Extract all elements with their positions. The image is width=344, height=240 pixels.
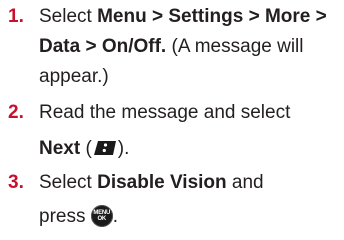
message-note-continued: appear.) — [39, 66, 109, 87]
step-line: press MENU OK. — [39, 202, 339, 232]
message-note: (A message will — [166, 36, 304, 57]
step-line: Next (). — [39, 134, 339, 164]
step-line: Read the message and select — [39, 102, 291, 123]
period: . — [112, 206, 119, 227]
step-text: Read the message and select Next (). — [39, 98, 339, 164]
menu-ok-key-icon: MENU OK — [90, 205, 113, 227]
step-text: Select Disable Vision and press MENU OK. — [39, 168, 339, 232]
press-text: press — [39, 206, 91, 227]
next-label: Next — [39, 138, 81, 159]
select-text: Select — [39, 172, 98, 193]
step-line: Select Menu > Settings > More > — [39, 2, 339, 32]
menu-path: Menu > Settings > More > — [97, 6, 327, 27]
close-paren: ). — [117, 138, 130, 159]
step-line: Data > On/Off. (A message will — [39, 32, 339, 62]
select-text: Select — [39, 6, 98, 27]
disable-vision-label: Disable Vision — [97, 172, 227, 193]
step-line: appear.) — [39, 62, 339, 92]
step-number: 1. — [8, 6, 24, 27]
right-softkey-icon — [93, 140, 117, 156]
step-number: 3. — [8, 172, 24, 193]
step-text: Select Menu > Settings > More > Data > O… — [39, 2, 339, 92]
and-text: and — [226, 172, 264, 193]
ok-key-label: OK — [97, 216, 107, 222]
step-number: 2. — [8, 102, 24, 123]
open-paren: ( — [80, 138, 92, 159]
step-line: Select Disable Vision and — [39, 168, 339, 198]
instruction-page: 1. Select Menu > Settings > More > Data … — [0, 0, 344, 240]
menu-path-continued: Data > On/Off. — [39, 36, 167, 57]
